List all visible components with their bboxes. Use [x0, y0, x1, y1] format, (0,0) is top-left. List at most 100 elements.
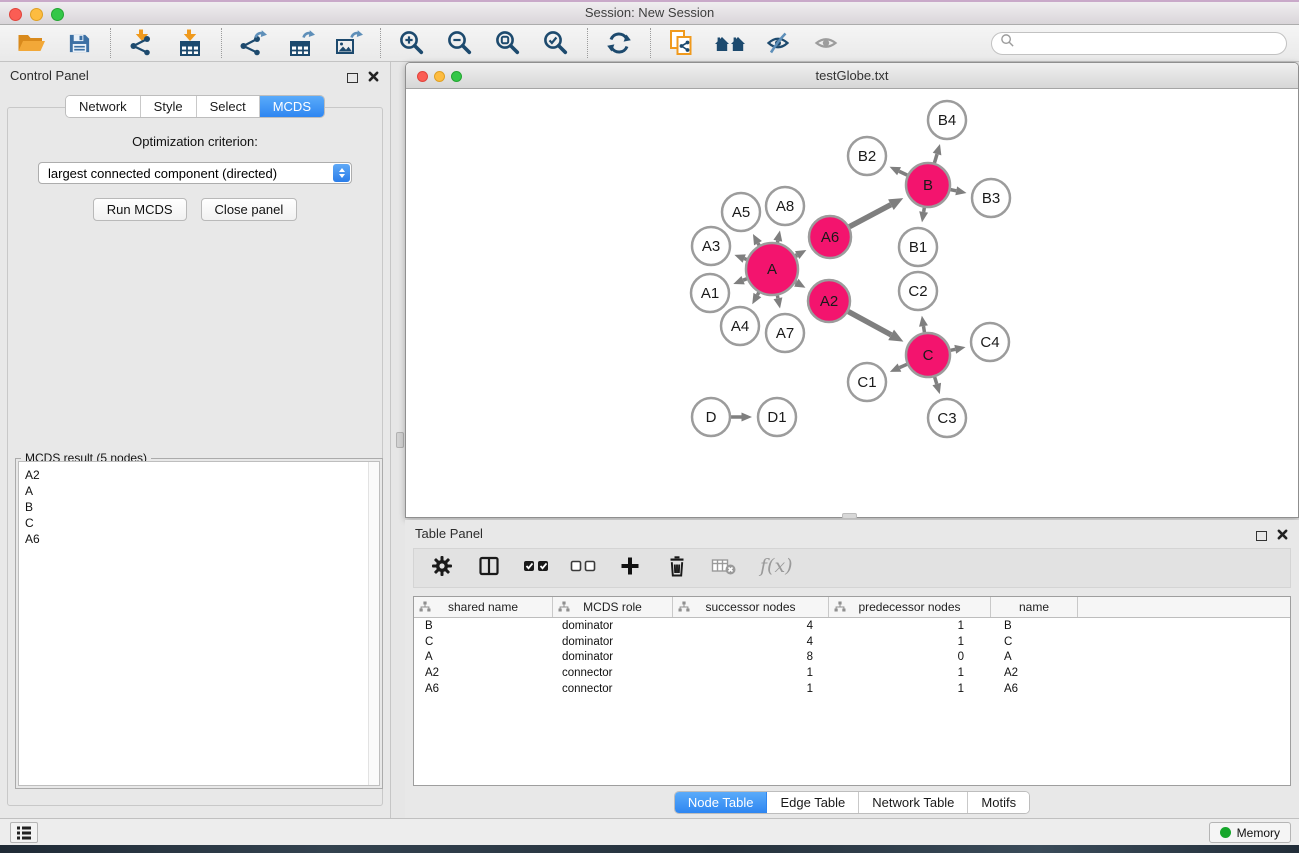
- panel-splitter-handle[interactable]: [396, 432, 404, 448]
- network-window-splitter-handle[interactable]: [842, 513, 857, 519]
- table-cell[interactable]: connector: [553, 683, 673, 695]
- node-A[interactable]: A: [746, 243, 798, 295]
- node-A4[interactable]: A4: [721, 307, 759, 345]
- table-cell[interactable]: connector: [553, 667, 673, 679]
- delete-columns-button[interactable]: [664, 555, 690, 581]
- table-cell[interactable]: B: [991, 620, 1078, 632]
- table-settings-button[interactable]: [429, 555, 455, 581]
- node-D[interactable]: D: [692, 398, 730, 436]
- edge-A-A1[interactable]: [733, 276, 747, 284]
- edge-B-B2[interactable]: [890, 167, 908, 176]
- node-B4[interactable]: B4: [928, 101, 966, 139]
- node-A3[interactable]: A3: [692, 227, 730, 265]
- table-cell[interactable]: 1: [829, 667, 991, 679]
- criterion-select[interactable]: largest connected component (directed): [38, 162, 352, 184]
- zoom-fit-button[interactable]: [493, 28, 523, 58]
- table-cell[interactable]: 8: [673, 651, 829, 663]
- node-A2[interactable]: A2: [808, 280, 850, 322]
- node-C3[interactable]: C3: [928, 399, 966, 437]
- edge-A6-B[interactable]: [849, 198, 903, 227]
- network-graph[interactable]: B4B2BB3A5A8A6B1A3AC2A1A2A4A7C4CC1C3DD1: [406, 89, 1298, 517]
- node-A8[interactable]: A8: [766, 187, 804, 225]
- table-row[interactable]: Cdominator41C: [414, 634, 1290, 650]
- table-cell[interactable]: A: [991, 651, 1078, 663]
- zoom-selected-button[interactable]: [541, 28, 571, 58]
- node-A6[interactable]: A6: [809, 216, 851, 258]
- hide-selected-button[interactable]: [763, 28, 793, 58]
- add-column-button[interactable]: [617, 555, 643, 581]
- table-tab-node-table[interactable]: Node Table: [675, 792, 768, 813]
- show-all-columns-button[interactable]: [523, 555, 549, 581]
- tab-network[interactable]: Network: [66, 96, 141, 117]
- network-window-titlebar[interactable]: testGlobe.txt: [406, 63, 1298, 89]
- export-table-button[interactable]: [286, 28, 316, 58]
- node-B2[interactable]: B2: [848, 137, 886, 175]
- node-C1[interactable]: C1: [848, 363, 886, 401]
- node-C2[interactable]: C2: [899, 272, 937, 310]
- table-cell[interactable]: dominator: [553, 651, 673, 663]
- table-tab-network-table[interactable]: Network Table: [859, 792, 968, 813]
- search-box[interactable]: [991, 32, 1287, 55]
- import-table-button[interactable]: [175, 28, 205, 58]
- column-header-name[interactable]: name: [991, 597, 1078, 617]
- minimize-window-button[interactable]: [30, 8, 43, 21]
- save-session-button[interactable]: [64, 28, 94, 58]
- task-history-button[interactable]: [10, 822, 38, 843]
- open-session-button[interactable]: [16, 28, 46, 58]
- edge-B-B1[interactable]: [919, 208, 928, 223]
- mcds-result-list[interactable]: A2ABCA6: [18, 461, 380, 786]
- table-cell[interactable]: 1: [829, 636, 991, 648]
- node-C4[interactable]: C4: [971, 323, 1009, 361]
- mcds-result-item[interactable]: A6: [19, 531, 379, 547]
- close-table-panel-icon[interactable]: [1277, 527, 1288, 545]
- table-cell[interactable]: B: [414, 620, 553, 632]
- node-A5[interactable]: A5: [722, 193, 760, 231]
- node-D1[interactable]: D1: [758, 398, 796, 436]
- table-row[interactable]: Bdominator41B: [414, 618, 1290, 634]
- node-C[interactable]: C: [906, 333, 950, 377]
- list-scrollbar[interactable]: [368, 462, 379, 785]
- mcds-result-item[interactable]: B: [19, 499, 379, 515]
- show-all-button[interactable]: [811, 28, 841, 58]
- column-header-predecessor-nodes[interactable]: predecessor nodes: [829, 597, 991, 617]
- table-row[interactable]: A2connector11A2: [414, 665, 1290, 681]
- table-cell[interactable]: A6: [414, 683, 553, 695]
- table-cell[interactable]: 0: [829, 651, 991, 663]
- table-cell[interactable]: A2: [991, 667, 1078, 679]
- column-header-successor-nodes[interactable]: successor nodes: [673, 597, 829, 617]
- close-panel-icon[interactable]: [368, 69, 379, 87]
- column-header-mcds-role[interactable]: MCDS role: [553, 597, 673, 617]
- hide-all-columns-button[interactable]: [570, 555, 596, 581]
- tab-mcds[interactable]: MCDS: [260, 96, 324, 117]
- edge-A-A3[interactable]: [734, 254, 746, 262]
- table-tab-motifs[interactable]: Motifs: [968, 792, 1029, 813]
- mcds-result-item[interactable]: A2: [19, 467, 379, 483]
- new-network-from-selection-button[interactable]: [667, 28, 697, 58]
- toggle-split-view-button[interactable]: [476, 555, 502, 581]
- tab-select[interactable]: Select: [197, 96, 260, 117]
- close-window-button[interactable]: [9, 8, 22, 21]
- tab-style[interactable]: Style: [141, 96, 197, 117]
- edge-C-C2[interactable]: [919, 316, 928, 333]
- table-cell[interactable]: 1: [829, 620, 991, 632]
- table-tab-edge-table[interactable]: Edge Table: [767, 792, 859, 813]
- mcds-result-item[interactable]: C: [19, 515, 379, 531]
- table-cell[interactable]: dominator: [553, 620, 673, 632]
- search-input[interactable]: [1020, 35, 1278, 51]
- edge-D-D1[interactable]: [731, 413, 752, 422]
- edge-A-A5[interactable]: [753, 234, 762, 245]
- apply-layout-button[interactable]: [604, 28, 634, 58]
- table-cell[interactable]: C: [414, 636, 553, 648]
- table-cell[interactable]: 1: [829, 683, 991, 695]
- node-B1[interactable]: B1: [899, 228, 937, 266]
- first-neighbors-button[interactable]: [715, 28, 745, 58]
- edge-C-C3[interactable]: [932, 377, 941, 394]
- zoom-in-button[interactable]: [397, 28, 427, 58]
- network-zoom-button[interactable]: [451, 71, 462, 82]
- network-canvas[interactable]: B4B2BB3A5A8A6B1A3AC2A1A2A4A7C4CC1C3DD1: [406, 89, 1298, 517]
- edge-B-B3[interactable]: [951, 186, 967, 195]
- node-B[interactable]: B: [906, 163, 950, 207]
- memory-button[interactable]: Memory: [1209, 822, 1291, 843]
- zoom-out-button[interactable]: [445, 28, 475, 58]
- table-cell[interactable]: 1: [673, 683, 829, 695]
